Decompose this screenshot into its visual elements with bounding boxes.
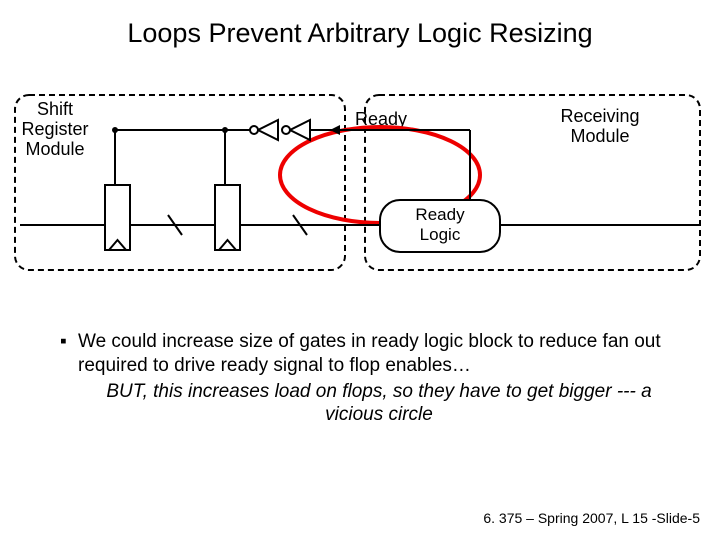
ready-logic-l2: Logic (420, 225, 461, 244)
recv-label-1: Receiving (560, 106, 639, 126)
flop-icon (215, 185, 240, 250)
ready-logic-l1: Ready (415, 205, 465, 224)
inverter-icon (250, 120, 278, 140)
recv-label-2: Module (570, 126, 629, 146)
shift-label-3: Module (25, 139, 84, 159)
flop-icon (105, 185, 130, 250)
shift-label-1: Shift (37, 99, 73, 119)
page-title: Loops Prevent Arbitrary Logic Resizing (0, 0, 720, 49)
shift-label-2: Register (21, 119, 88, 139)
inverter-icon (282, 120, 310, 140)
bullet-mark-icon: ▪ (60, 330, 78, 378)
circuit-diagram: Shift Register Module Receiving Module R… (10, 90, 710, 280)
slide-footer: 6. 375 – Spring 2007, L 15 -Slide-5 (483, 510, 700, 526)
body-text: ▪ We could increase size of gates in rea… (60, 330, 680, 427)
bullet-italic: BUT, this increases load on flops, so th… (60, 380, 680, 428)
bullet-text: We could increase size of gates in ready… (78, 330, 680, 378)
